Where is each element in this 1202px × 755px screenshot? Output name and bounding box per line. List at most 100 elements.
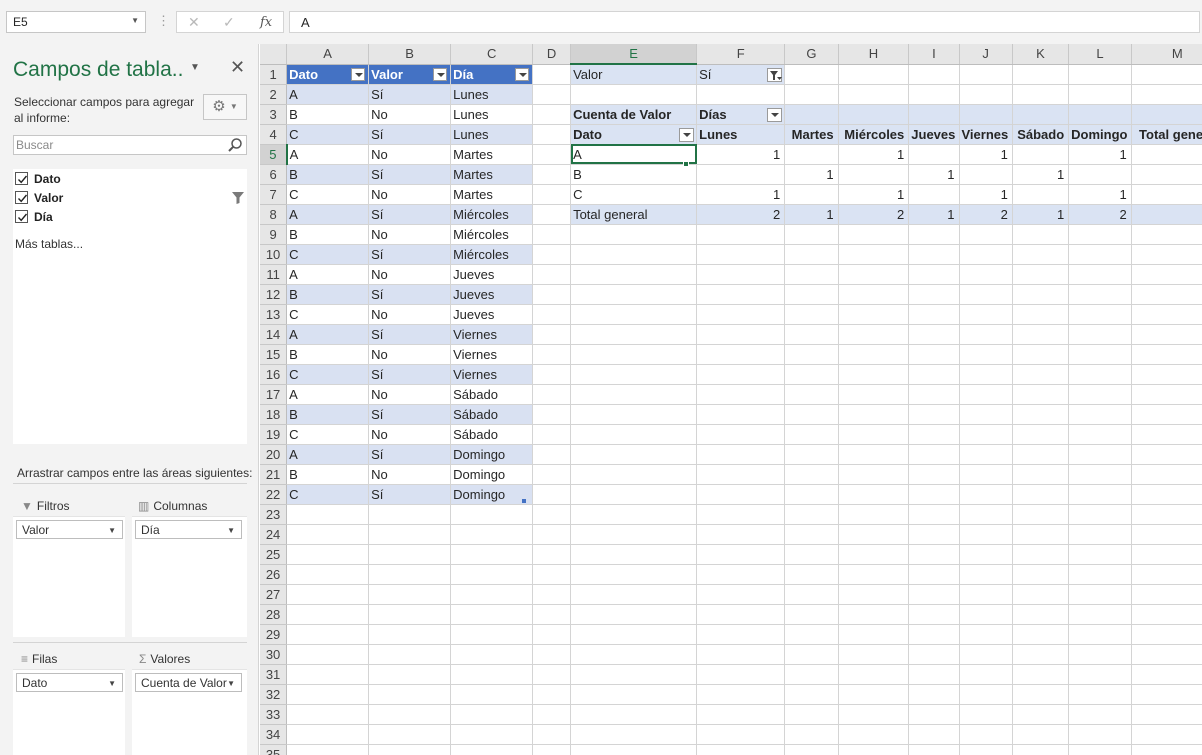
row-header[interactable]: 7 — [260, 184, 288, 205]
cell-d12[interactable] — [532, 284, 572, 305]
cell-k28[interactable] — [1012, 604, 1070, 625]
cell-e35[interactable] — [570, 744, 698, 755]
cell-j31[interactable] — [959, 664, 1013, 685]
cell-f30[interactable] — [696, 644, 786, 665]
cell-e18[interactable] — [570, 404, 698, 425]
cell-b26[interactable] — [368, 564, 452, 585]
cell-i1[interactable] — [908, 64, 960, 85]
cell-e14[interactable] — [570, 324, 698, 345]
checkbox[interactable] — [15, 172, 28, 185]
row-header[interactable]: 21 — [260, 464, 288, 485]
row-header[interactable]: 23 — [260, 504, 288, 525]
row-header[interactable]: 8 — [260, 204, 288, 225]
cell-l14[interactable] — [1068, 324, 1132, 345]
cell-b24[interactable] — [368, 524, 452, 545]
cell-c34[interactable] — [450, 724, 534, 745]
cell-j1[interactable] — [959, 64, 1013, 85]
cell-m33[interactable] — [1131, 704, 1202, 725]
row-header[interactable]: 28 — [260, 604, 288, 625]
cell-i7[interactable] — [908, 184, 960, 205]
cell-g28[interactable] — [784, 604, 839, 625]
cell-d19[interactable] — [532, 424, 572, 445]
cell-c29[interactable] — [450, 624, 534, 645]
row-header[interactable]: 22 — [260, 484, 288, 505]
cell-i6[interactable]: 1 — [908, 164, 960, 185]
cell-a8[interactable]: A — [286, 204, 370, 225]
cell-h21[interactable] — [838, 464, 910, 485]
column-header-k[interactable]: K — [1012, 44, 1070, 65]
rows-area[interactable]: Dato ▼ — [13, 669, 125, 755]
column-header-i[interactable]: I — [908, 44, 960, 65]
cell-d18[interactable] — [532, 404, 572, 425]
cell-i26[interactable] — [908, 564, 960, 585]
cell-g33[interactable] — [784, 704, 839, 725]
cell-k18[interactable] — [1012, 404, 1070, 425]
cell-d28[interactable] — [532, 604, 572, 625]
cell-b9[interactable]: No — [368, 224, 452, 245]
cell-a9[interactable]: B — [286, 224, 370, 245]
cell-m23[interactable] — [1131, 504, 1202, 525]
name-box[interactable]: E5 ▼ — [6, 11, 146, 33]
cell-g12[interactable] — [784, 284, 839, 305]
cell-b14[interactable]: Sí — [368, 324, 452, 345]
cell-i28[interactable] — [908, 604, 960, 625]
cell-a17[interactable]: A — [286, 384, 370, 405]
cell-g15[interactable] — [784, 344, 839, 365]
cell-e16[interactable] — [570, 364, 698, 385]
row-header[interactable]: 35 — [260, 744, 288, 755]
cell-a21[interactable]: B — [286, 464, 370, 485]
cell-m35[interactable] — [1131, 744, 1202, 755]
cell-g10[interactable] — [784, 244, 839, 265]
insert-function-icon[interactable]: fx — [260, 15, 272, 30]
cell-m15[interactable] — [1131, 344, 1202, 365]
cell-f21[interactable] — [696, 464, 786, 485]
cell-l9[interactable] — [1068, 224, 1132, 245]
cell-j25[interactable] — [959, 544, 1013, 565]
cell-c27[interactable] — [450, 584, 534, 605]
cell-j17[interactable] — [959, 384, 1013, 405]
cell-k32[interactable] — [1012, 684, 1070, 705]
select-all-corner[interactable] — [260, 44, 288, 65]
row-header[interactable]: 19 — [260, 424, 288, 445]
cell-a3[interactable]: B — [286, 104, 370, 125]
filter-active-icon[interactable] — [767, 67, 783, 82]
cell-b10[interactable]: Sí — [368, 244, 452, 265]
cell-l7[interactable]: 1 — [1068, 184, 1132, 205]
cell-j28[interactable] — [959, 604, 1013, 625]
row-header[interactable]: 16 — [260, 364, 288, 385]
cell-k8[interactable]: 1 — [1012, 203, 1070, 225]
cell-h30[interactable] — [838, 644, 910, 665]
fill-handle[interactable] — [683, 161, 689, 167]
cell-i25[interactable] — [908, 544, 960, 565]
cell-h34[interactable] — [838, 724, 910, 745]
cell-h33[interactable] — [838, 704, 910, 725]
more-tables-link[interactable]: Más tablas... — [15, 237, 83, 251]
cell-e13[interactable] — [570, 304, 698, 325]
cell-b4[interactable]: Sí — [368, 124, 452, 145]
close-icon[interactable]: ✕ — [230, 57, 245, 78]
cell-e28[interactable] — [570, 604, 698, 625]
cell-j6[interactable] — [959, 164, 1013, 185]
row-header[interactable]: 24 — [260, 524, 288, 545]
filter-dropdown-icon[interactable] — [351, 67, 366, 81]
cell-h11[interactable] — [838, 264, 910, 285]
chevron-down-icon[interactable] — [767, 107, 783, 122]
row-header[interactable]: 30 — [260, 644, 288, 665]
cell-g34[interactable] — [784, 724, 839, 745]
column-header-e[interactable]: E — [570, 44, 698, 65]
cell-g11[interactable] — [784, 264, 839, 285]
column-header-g[interactable]: G — [784, 44, 839, 65]
cell-b28[interactable] — [368, 604, 452, 625]
cell-c17[interactable]: Sábado — [450, 384, 534, 405]
cell-j5[interactable]: 1 — [959, 144, 1013, 165]
cell-k20[interactable] — [1012, 444, 1070, 465]
cell-b7[interactable]: No — [368, 184, 452, 205]
cell-f26[interactable] — [696, 564, 786, 585]
cell-h1[interactable] — [838, 64, 910, 85]
cell-k9[interactable] — [1012, 224, 1070, 245]
cell-j14[interactable] — [959, 324, 1013, 345]
row-header[interactable]: 26 — [260, 564, 288, 585]
cell-c12[interactable]: Jueves — [450, 284, 534, 305]
cell-f19[interactable] — [696, 424, 786, 445]
cell-j35[interactable] — [959, 744, 1013, 755]
